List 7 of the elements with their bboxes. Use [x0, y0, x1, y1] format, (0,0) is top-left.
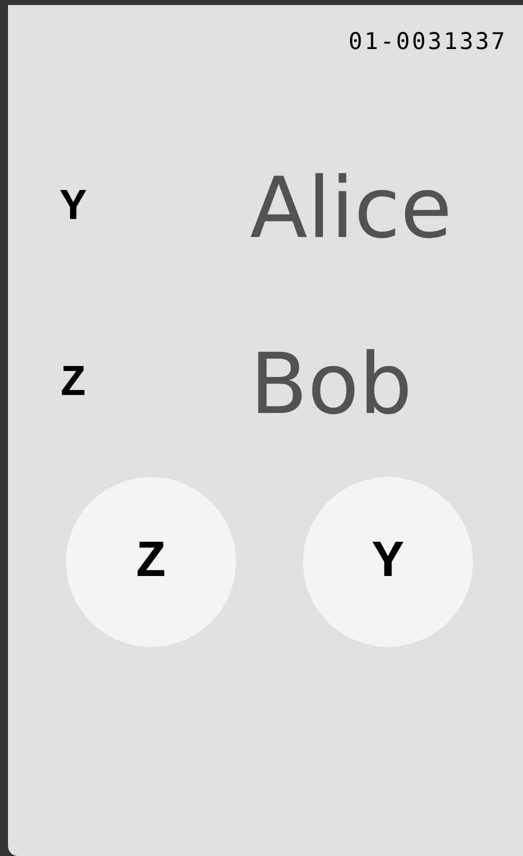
key-letter: Z [59, 359, 88, 409]
player-name: Bob [250, 342, 412, 426]
letter-button[interactable]: Y [303, 477, 473, 647]
id-number: 01-0031337 [348, 29, 507, 55]
player-name: Alice [250, 166, 452, 250]
letter-button[interactable]: Z [66, 477, 236, 647]
key-letter: Y [59, 183, 88, 233]
